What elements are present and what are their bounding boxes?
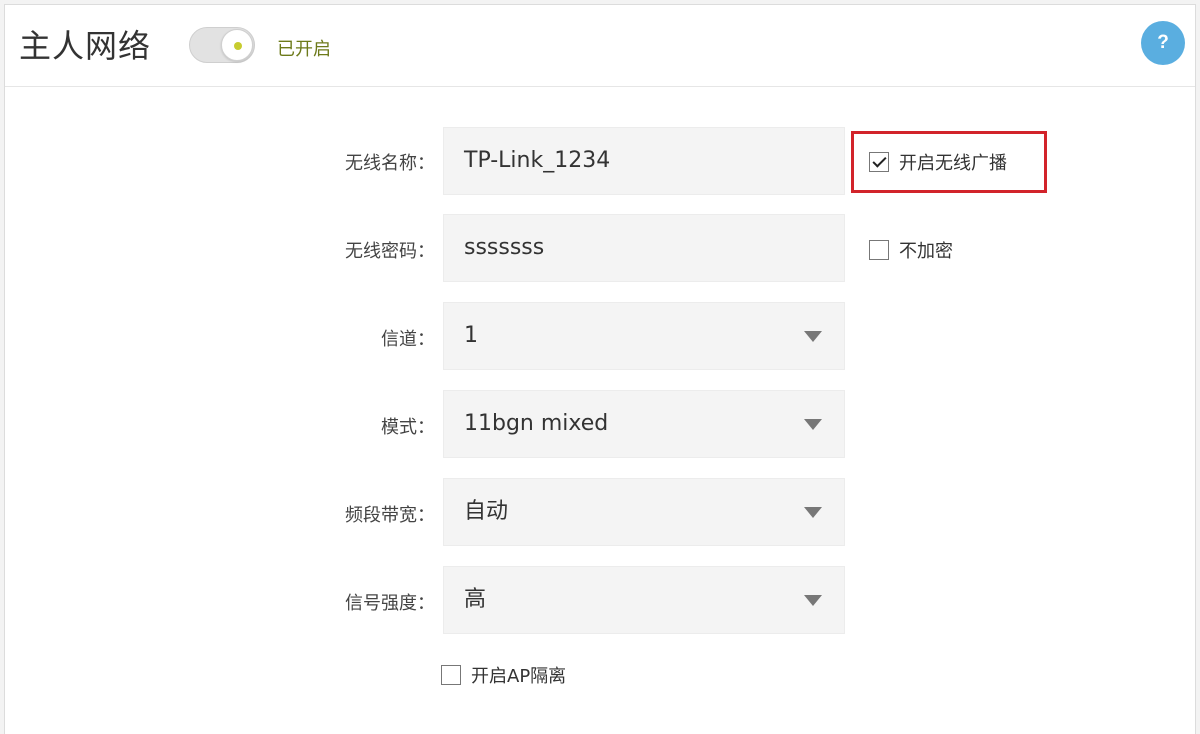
chevron-down-icon: [804, 507, 822, 518]
bandwidth-label: 频段带宽：: [345, 505, 435, 526]
password-input[interactable]: sssssss: [443, 214, 845, 282]
signal-label: 信号强度：: [345, 593, 435, 614]
ap-isolation-label: 开启AP隔离: [471, 666, 567, 687]
channel-select[interactable]: 1: [443, 302, 845, 370]
help-icon[interactable]: ?: [1141, 21, 1185, 65]
bandwidth-value: 自动: [464, 499, 509, 524]
network-toggle[interactable]: [189, 27, 255, 63]
password-label: 无线密码：: [345, 241, 435, 262]
ssid-label: 无线名称：: [345, 153, 435, 174]
toggle-knob: [221, 29, 253, 61]
ap-isolation-option[interactable]: 开启AP隔离: [441, 662, 566, 688]
channel-value: 1: [464, 323, 478, 348]
mode-value: 11bgn mixed: [464, 411, 609, 436]
mode-label: 模式：: [381, 417, 435, 438]
channel-label: 信道：: [381, 329, 435, 350]
toggle-status: 已开启: [277, 39, 331, 60]
ap-isolation-checkbox[interactable]: [441, 665, 461, 685]
page-title: 主人网络: [19, 27, 152, 65]
main-network-panel: 主人网络 已开启 ? 无线名称： TP-Link_1234 开启无线广播 无线密…: [4, 4, 1196, 734]
chevron-down-icon: [804, 331, 822, 342]
broadcast-highlight-box: [851, 131, 1047, 193]
signal-select[interactable]: 高: [443, 566, 845, 634]
password-value: sssssss: [464, 235, 545, 260]
signal-value: 高: [464, 587, 487, 612]
chevron-down-icon: [804, 419, 822, 430]
mode-select[interactable]: 11bgn mixed: [443, 390, 845, 458]
no-encrypt-option[interactable]: 不加密: [869, 237, 953, 263]
ssid-value: TP-Link_1234: [464, 148, 611, 173]
ssid-input[interactable]: TP-Link_1234: [443, 127, 845, 195]
no-encrypt-label: 不加密: [899, 241, 953, 262]
bandwidth-select[interactable]: 自动: [443, 478, 845, 546]
chevron-down-icon: [804, 595, 822, 606]
no-encrypt-checkbox[interactable]: [869, 240, 889, 260]
panel-header: 主人网络 已开启 ?: [5, 5, 1195, 87]
